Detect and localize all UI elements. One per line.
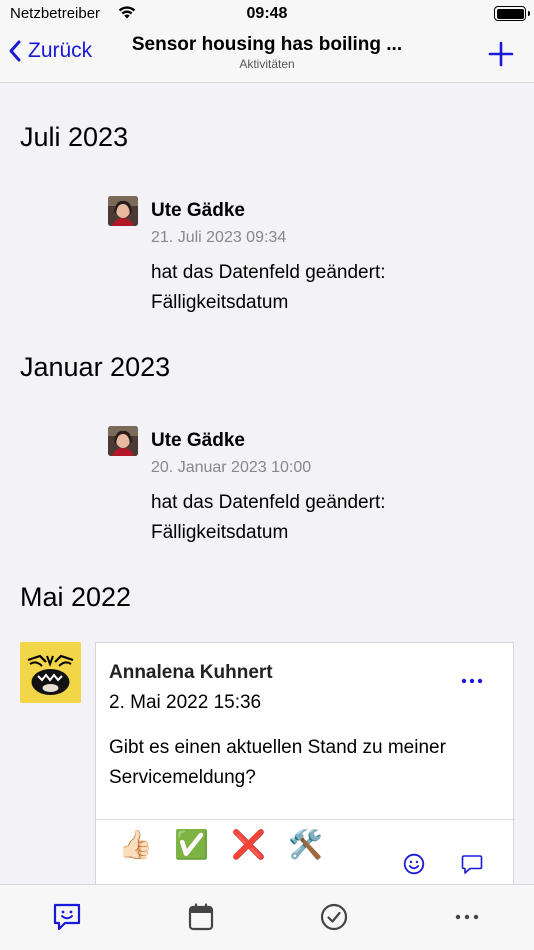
more-icon [455, 914, 479, 920]
avatar[interactable] [20, 642, 81, 703]
nav-title-block: Sensor housing has boiling ... Aktivität… [110, 34, 424, 71]
entry-text: hat das Datenfeld geändert: Fälligkeitsd… [151, 262, 386, 313]
entry-date: 21. Juli 2023 09:34 [151, 229, 287, 246]
tab-bar [0, 884, 534, 950]
back-label: Zurück [28, 39, 93, 62]
comment-date: 2. Mai 2022 15:36 [109, 692, 262, 713]
avatar[interactable] [108, 426, 138, 456]
entry-text: hat das Datenfeld geändert: Fälligkeitsd… [151, 492, 386, 543]
status-bar: Netzbetreiber 09:48 [0, 0, 534, 30]
entry-author: Ute Gädke [151, 430, 245, 451]
add-button[interactable] [486, 39, 516, 69]
month-heading: Januar 2023 [20, 352, 171, 382]
tab-more[interactable] [452, 902, 482, 932]
more-options-icon[interactable] [461, 677, 483, 685]
calendar-icon [188, 903, 214, 931]
entry-date: 20. Januar 2023 10:00 [151, 459, 312, 476]
back-button[interactable]: Zurück [8, 39, 92, 63]
comment-author: Annalena Kuhnert [109, 662, 273, 683]
avatar[interactable] [108, 196, 138, 226]
page-title: Sensor housing has boiling ... [131, 34, 403, 55]
reply-comment-icon[interactable] [461, 854, 483, 875]
month-heading: Juli 2023 [20, 122, 129, 152]
month-heading: Mai 2022 [20, 582, 132, 612]
reaction-cross-icon[interactable]: ❌ [231, 829, 266, 861]
feedback-icon [53, 903, 81, 931]
checkmark-circle-icon [320, 903, 348, 931]
navigation-bar: Zurück Sensor housing has boiling ... Ak… [0, 30, 534, 83]
comment-text: Gibt es einen aktuellen Stand zu meiner … [109, 737, 446, 788]
divider [96, 819, 515, 820]
reaction-check-icon[interactable]: ✅ [174, 829, 209, 861]
reaction-tools-icon[interactable]: 🛠️ [288, 829, 323, 861]
add-reaction-icon[interactable] [403, 853, 425, 875]
comment-card: Annalena Kuhnert 2. Mai 2022 15:36 Gibt … [95, 642, 515, 902]
tab-calendar[interactable] [186, 902, 216, 932]
battery-icon [494, 6, 530, 21]
tab-activity[interactable] [52, 902, 82, 932]
reaction-thumbs-up-icon[interactable]: 👍🏻 [118, 829, 153, 861]
entry-author: Ute Gädke [151, 200, 245, 221]
status-clock: 09:48 [246, 5, 288, 22]
tab-tasks[interactable] [319, 902, 349, 932]
page-subtitle: Aktivitäten [239, 57, 295, 71]
chevron-left-icon [9, 40, 21, 62]
